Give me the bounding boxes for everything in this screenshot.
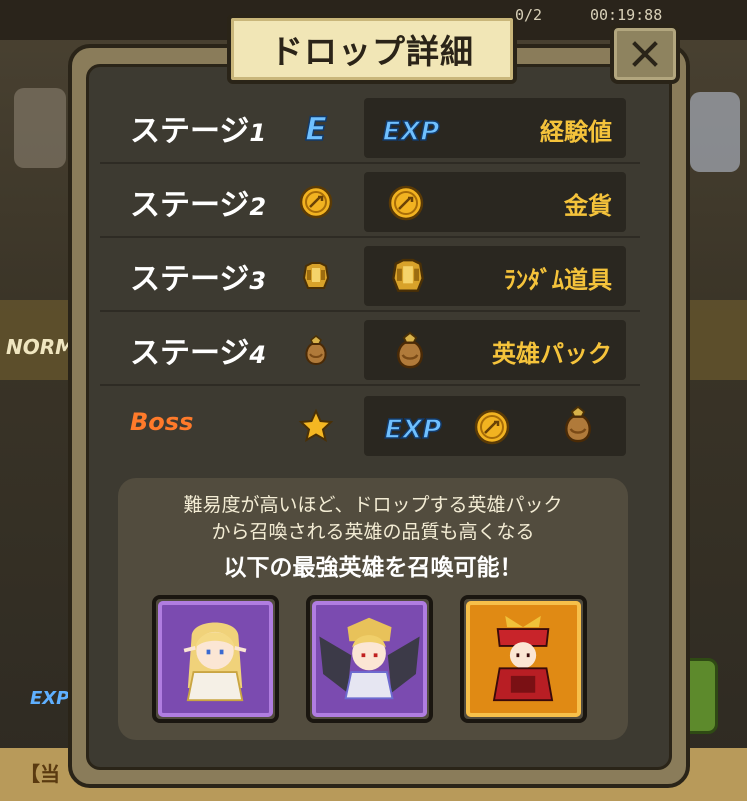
row-divider xyxy=(100,236,640,238)
row-divider xyxy=(100,310,640,312)
row-divider xyxy=(100,384,640,386)
reward-box: 金貨 xyxy=(364,172,626,232)
gold-coin-icon xyxy=(388,185,424,221)
hero-bag-icon xyxy=(565,405,591,443)
drop-row-stage-1: ステージ1 E EXP 経験値 xyxy=(100,92,640,164)
reward-box: EXP 経験値 xyxy=(364,98,626,158)
exp-e-badge-icon: E xyxy=(304,110,328,146)
stage-label: ステージ3 xyxy=(130,262,267,297)
background-mode-label: NORM xyxy=(6,335,76,359)
hero-card-elf-priestess[interactable] xyxy=(152,595,279,723)
hero-bag-icon xyxy=(397,331,423,369)
winged-valkyrie-portrait xyxy=(319,617,420,700)
drop-row-stage-2: ステージ2 金貨 xyxy=(100,166,640,238)
samurai-warrior-portrait xyxy=(492,615,554,702)
background-exp-label: EXP xyxy=(30,688,70,709)
exp-badge-icon: EXP xyxy=(382,116,440,148)
hero-card-winged-valkyrie[interactable] xyxy=(306,595,433,723)
stage-label: ステージ1 xyxy=(130,114,267,149)
info-line-2: から召喚される英雄の品質も高くなる xyxy=(211,521,535,543)
hero-card-samurai-warrior[interactable] xyxy=(460,595,587,723)
stage-label: ステージ4 xyxy=(130,336,267,371)
background-timer: 00:19:88 xyxy=(590,6,663,24)
background-counter: 0/2 xyxy=(515,6,543,24)
svg-text:EXP: EXP xyxy=(385,415,442,445)
drop-row-stage-4: ステージ4 英雄パック xyxy=(100,314,640,386)
background-bottom-text: 【当 xyxy=(20,762,60,786)
reward-name: 英雄パック xyxy=(492,340,612,368)
reward-box: 英雄パック xyxy=(364,320,626,380)
elf-priestess-portrait xyxy=(183,622,247,702)
reward-box: ﾗﾝﾀﾞﾑ道具 xyxy=(364,246,626,306)
dialog-title: ドロップ詳細 xyxy=(270,32,474,71)
close-button[interactable] xyxy=(610,24,680,84)
reward-name: ﾗﾝﾀﾞﾑ道具 xyxy=(504,266,612,294)
reward-box: EXP xyxy=(364,396,626,456)
star-icon xyxy=(298,408,334,443)
hero-bag-icon xyxy=(305,335,327,366)
row-divider xyxy=(100,162,640,164)
info-line-1: 難易度が高いほど、ドロップする英雄パック xyxy=(183,494,563,516)
dialog-title-plate: ドロップ詳細 xyxy=(227,14,517,84)
boss-label: Boss xyxy=(130,408,194,436)
golden-armor-icon xyxy=(392,258,424,292)
gold-coin-icon xyxy=(299,185,333,219)
background-character-right xyxy=(690,92,740,172)
reward-name: 金貨 xyxy=(564,192,612,220)
stage-label: ステージ2 xyxy=(130,188,267,223)
gold-coin-icon xyxy=(474,409,510,445)
reward-name: 経験値 xyxy=(540,118,612,146)
drop-row-boss: Boss EXP xyxy=(100,390,640,462)
background-character-left xyxy=(14,88,66,168)
golden-armor-icon xyxy=(302,262,330,289)
svg-text:EXP: EXP xyxy=(383,117,440,147)
info-headline: 以下の最強英雄を召喚可能！ xyxy=(223,555,523,581)
close-icon xyxy=(632,41,658,67)
exp-badge-icon: EXP xyxy=(384,414,442,446)
drop-row-stage-3: ステージ3 ﾗﾝﾀﾞﾑ道具 xyxy=(100,240,640,312)
svg-text:E: E xyxy=(305,110,327,146)
